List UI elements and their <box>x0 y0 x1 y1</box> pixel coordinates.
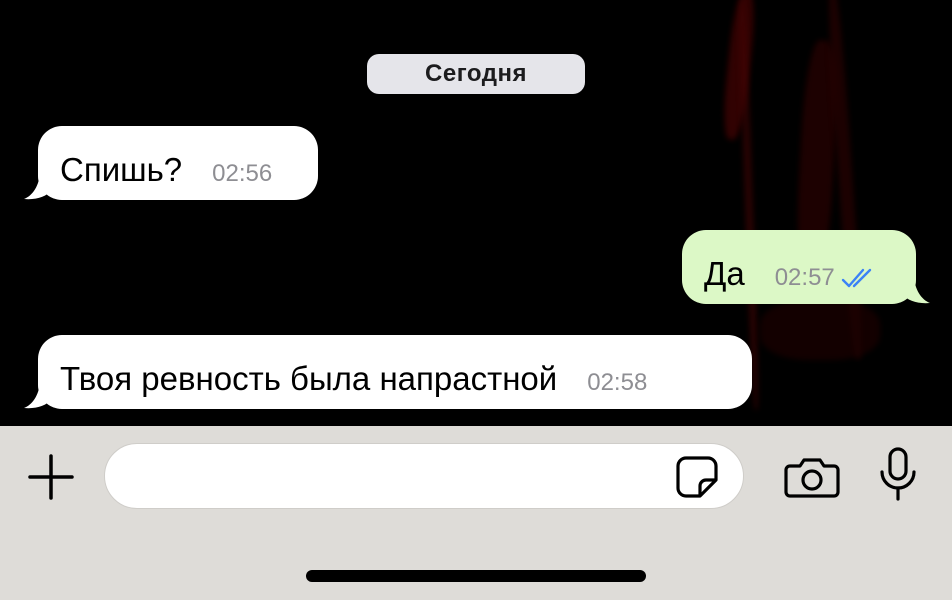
bubble-tail <box>24 170 52 200</box>
incoming-message-bubble[interactable]: Спишь? 02:56 <box>24 126 318 200</box>
message-time: 02:56 <box>212 160 273 187</box>
message-text: Спишь? <box>60 151 183 188</box>
message-time: 02:58 <box>587 369 648 396</box>
microphone-icon[interactable] <box>876 446 920 502</box>
camera-icon[interactable] <box>784 454 840 500</box>
message-text: Да <box>704 255 745 292</box>
bubble-tail <box>24 379 52 409</box>
date-separator: Сегодня <box>367 54 585 94</box>
wallpaper-streak <box>760 300 880 360</box>
sticker-icon[interactable] <box>674 454 720 500</box>
wallpaper-streak <box>720 0 758 141</box>
plus-icon[interactable] <box>26 452 76 502</box>
bubble-tail <box>902 274 930 304</box>
message-input[interactable] <box>104 443 744 509</box>
chat-screen: Сегодня Спишь? 02:56 Да 02:57 Твоя ревно… <box>0 0 952 600</box>
home-indicator[interactable] <box>306 570 646 582</box>
double-check-icon <box>841 268 871 288</box>
incoming-message-bubble[interactable]: Твоя ревность была напрастной 02:58 <box>24 335 752 409</box>
message-time: 02:57 <box>774 264 835 291</box>
message-text: Твоя ревность была напрастной <box>60 360 558 397</box>
chat-message-area[interactable]: Сегодня Спишь? 02:56 Да 02:57 Твоя ревно… <box>0 0 952 426</box>
outgoing-message-bubble[interactable]: Да 02:57 <box>682 230 930 304</box>
